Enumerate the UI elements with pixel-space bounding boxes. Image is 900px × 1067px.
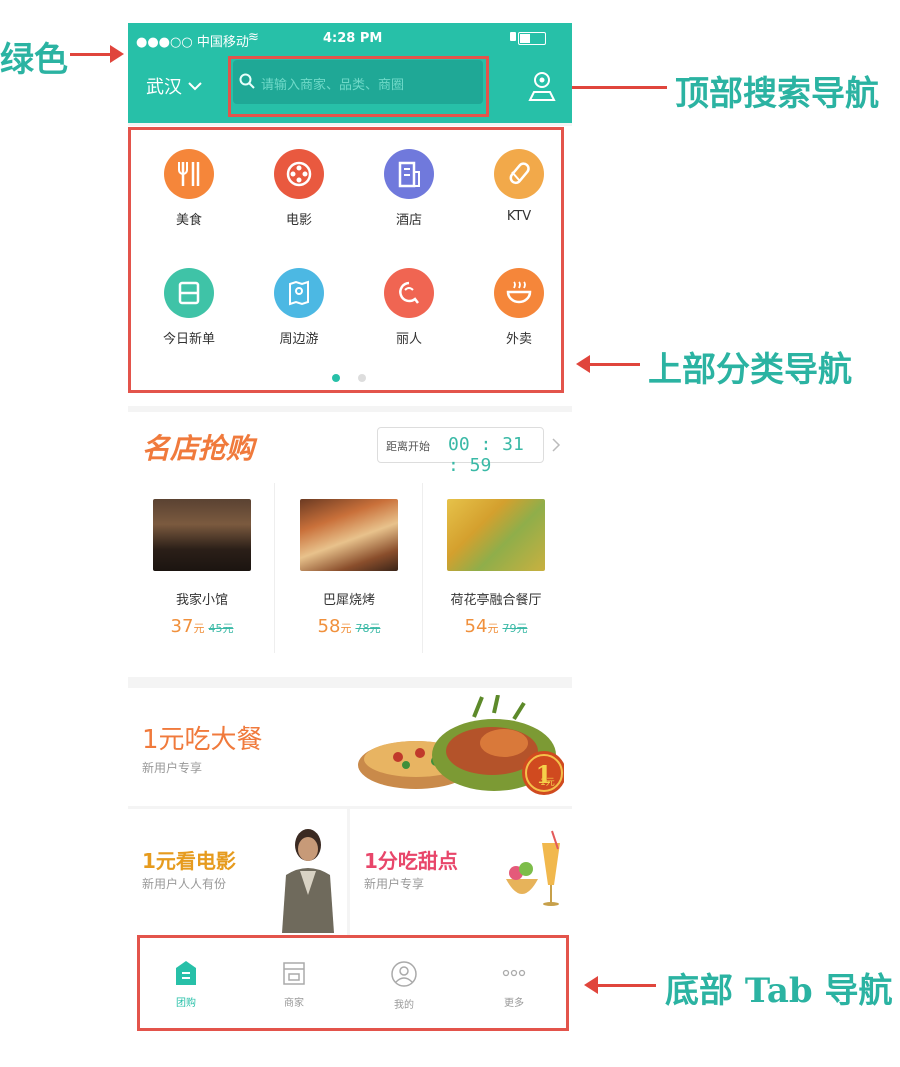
shop-name: 我家小馆 [175, 593, 228, 608]
category-label: 酒店 [395, 213, 422, 228]
category-movie[interactable]: 电影 [264, 149, 334, 228]
category-label: 电影 [285, 213, 312, 228]
category-hotel[interactable]: 酒店 [374, 149, 444, 228]
shop-price: 58 [317, 616, 341, 637]
chevron-right-icon[interactable] [551, 437, 561, 453]
tab-label: 团购 [176, 998, 196, 1009]
category-ktv[interactable]: KTV [484, 149, 554, 224]
shop-card[interactable]: 我家小馆 37元 45元 [132, 499, 272, 637]
actor-image [282, 829, 334, 933]
price-unit: 元 [340, 622, 352, 635]
original-price: 79元 [502, 622, 528, 635]
battery-icon [518, 32, 546, 45]
shop-image [153, 499, 251, 571]
dessert-image [506, 830, 560, 906]
map-icon [274, 268, 324, 318]
shop-price: 54 [464, 616, 488, 637]
original-price: 78元 [355, 622, 381, 635]
countdown-label: 距离开始 [386, 440, 430, 453]
city-selector[interactable]: 武汉 [146, 73, 203, 99]
bowl-icon [494, 268, 544, 318]
phone-screen: ●●●○○ 中国移动 ≋ 4:28 PM 武汉 请输入商家、品类、商圈 美食 电… [128, 23, 572, 1033]
category-label: 周边游 [279, 332, 319, 347]
annotation-category-nav: 上部分类导航 [648, 350, 852, 390]
promo-dessert-title: 1分吃甜点 [364, 849, 458, 873]
search-highlight-box [228, 56, 489, 117]
promo-movie-title: 1元看电影 [142, 849, 236, 873]
tab-label: 我的 [394, 1000, 414, 1011]
more-icon [502, 969, 526, 977]
category-label: KTV [506, 209, 532, 224]
annotation-arrow-category [576, 355, 640, 373]
status-time: 4:28 PM [323, 31, 383, 46]
price-unit: 元 [193, 622, 205, 635]
page-indicator-active[interactable] [332, 374, 340, 382]
shop-card[interactable]: 巴犀烧烤 58元 78元 [279, 499, 419, 637]
chevron-down-icon [188, 82, 202, 91]
annotation-bottom-tab-nav: 底部 Tab 导航 [665, 971, 893, 1011]
price-unit: 元 [487, 622, 499, 635]
tab-label: 商家 [284, 998, 304, 1009]
promo-badge: 1元 [540, 778, 555, 788]
category-food[interactable]: 美食 [154, 149, 224, 228]
lock-icon [510, 32, 516, 41]
page-indicator-inactive[interactable] [358, 374, 366, 382]
category-label: 丽人 [395, 332, 422, 347]
countdown-value: 00 : 31 : 59 [448, 434, 524, 476]
home-icon [176, 961, 196, 985]
tab-merchants[interactable]: 商家 [254, 960, 334, 1009]
promo-main-title: 1元吃大餐 [142, 725, 263, 755]
promo-dessert-subtitle: 新用户专享 [364, 877, 425, 891]
store-icon [283, 962, 305, 985]
food-platter-image: 1 [358, 695, 564, 795]
shop-name: 荷花亭融合餐厅 [450, 593, 542, 608]
film-reel-icon [274, 149, 324, 199]
category-label: 外卖 [505, 332, 532, 347]
annotation-green: 绿色 [0, 40, 68, 80]
divider [274, 483, 275, 653]
category-takeout[interactable]: 外卖 [484, 268, 554, 347]
new-deal-icon [164, 268, 214, 318]
building-icon [384, 149, 434, 199]
category-nearby-travel[interactable]: 周边游 [264, 268, 334, 347]
divider [422, 483, 423, 653]
city-label: 武汉 [146, 77, 182, 98]
shop-image [300, 499, 398, 571]
countdown-box: 距离开始 00 : 31 : 59 [377, 427, 544, 476]
category-label: 今日新单 [162, 332, 215, 347]
shop-price: 37 [170, 616, 194, 637]
microphone-icon [494, 149, 544, 199]
annotation-arrow-green [70, 45, 124, 63]
tab-groupbuy[interactable]: 团购 [146, 960, 226, 1009]
category-new-deals[interactable]: 今日新单 [154, 268, 224, 347]
annotation-top-search-nav: 顶部搜索导航 [675, 74, 879, 114]
fork-knife-icon [164, 149, 214, 199]
tab-more[interactable]: 更多 [474, 960, 554, 1009]
wifi-icon: ≋ [248, 30, 259, 45]
promo-main-subtitle: 新用户专享 [142, 761, 203, 775]
category-label: 美食 [175, 213, 202, 228]
flash-sale-title: 名店抢购 [142, 432, 255, 465]
shop-image [447, 499, 545, 571]
beauty-icon [384, 268, 434, 318]
annotation-arrow-tab [584, 976, 656, 994]
user-icon [391, 961, 417, 987]
shop-card[interactable]: 荷花亭融合餐厅 54元 79元 [426, 499, 566, 637]
status-carrier: ●●●○○ 中国移动 [136, 35, 249, 50]
user-location-icon[interactable] [528, 69, 556, 103]
tab-label: 更多 [504, 998, 524, 1009]
original-price: 45元 [208, 622, 234, 635]
shop-name: 巴犀烧烤 [322, 593, 375, 608]
category-beauty[interactable]: 丽人 [374, 268, 444, 347]
promo-movie-subtitle: 新用户人人有份 [142, 877, 227, 891]
tab-mine[interactable]: 我的 [364, 960, 444, 1011]
